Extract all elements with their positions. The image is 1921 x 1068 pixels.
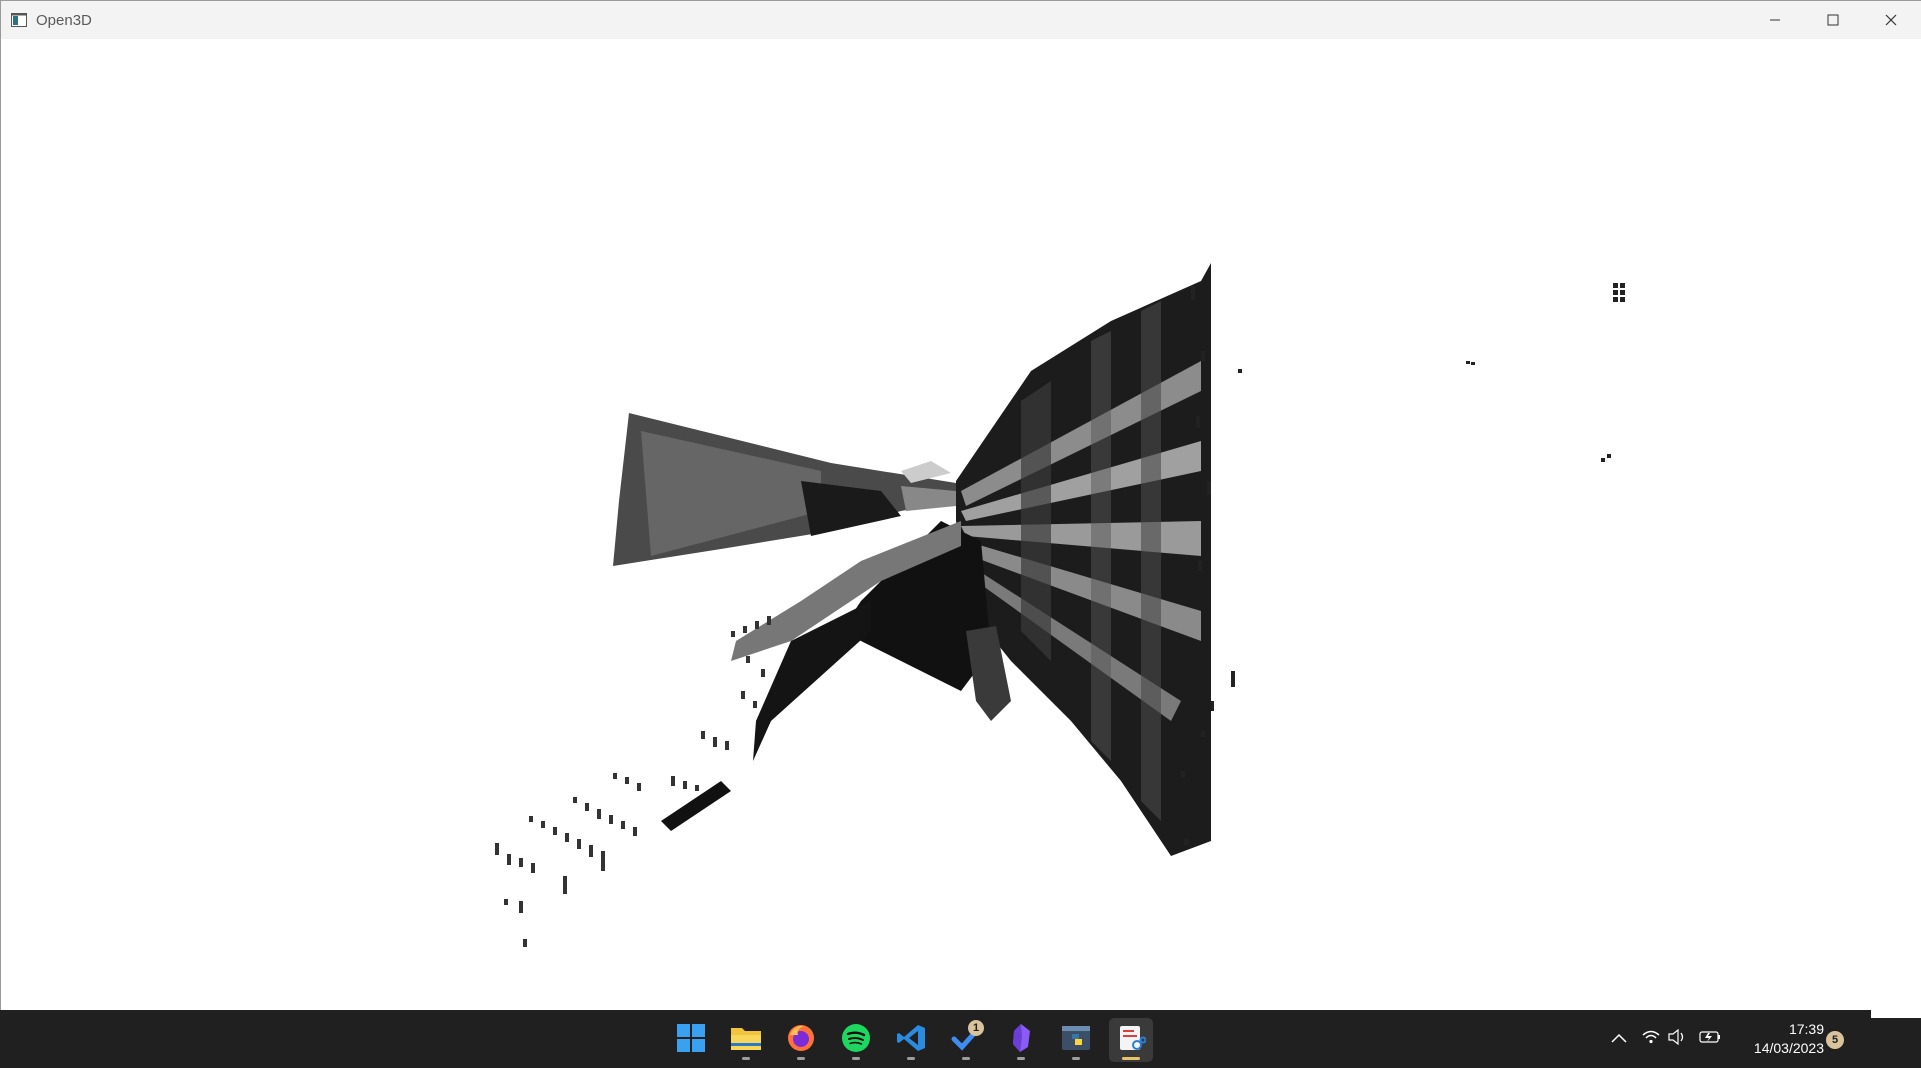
snipping-tool-icon [1116, 1023, 1147, 1058]
taskbar-start[interactable] [669, 1018, 713, 1062]
clock-date: 14/03/2023 [1753, 1040, 1824, 1056]
point-cloud-viewport[interactable] [1, 39, 1921, 1011]
taskbar-spotify[interactable] [834, 1018, 878, 1062]
volume-icon [1668, 1028, 1686, 1050]
volume-button[interactable] [1666, 1026, 1688, 1052]
wifi-icon [1642, 1030, 1660, 1049]
taskbar-python[interactable] [1054, 1018, 1098, 1062]
running-indicator [742, 1057, 750, 1060]
taskbar-edge-strip [1871, 1010, 1921, 1018]
running-indicator [1072, 1057, 1080, 1060]
firefox-icon [786, 1023, 816, 1058]
taskbar-file-explorer[interactable] [724, 1018, 768, 1062]
python-icon [1060, 1023, 1092, 1058]
show-hidden-icons-button[interactable] [1606, 1026, 1632, 1052]
taskbar-obsidian[interactable] [999, 1018, 1043, 1062]
vscode-icon [896, 1023, 926, 1058]
close-icon [1885, 14, 1897, 26]
scattered-points [1181, 283, 1625, 845]
network-button[interactable] [1640, 1026, 1662, 1052]
clock-time: 17:39 [1788, 1021, 1824, 1037]
running-indicator [962, 1057, 970, 1060]
running-indicator [1017, 1057, 1025, 1060]
left-wall-points [613, 413, 956, 566]
obsidian-icon [1008, 1023, 1034, 1058]
taskbar-snipping-tool[interactable] [1109, 1018, 1153, 1062]
taskbar-firefox[interactable] [779, 1018, 823, 1062]
road-points [661, 521, 1011, 831]
ground-trail-points [495, 616, 771, 947]
open3d-window: Open3D [0, 0, 1921, 1011]
running-indicator [907, 1057, 915, 1060]
notification-badge[interactable]: 5 [1826, 1031, 1844, 1049]
app-window-icon [11, 13, 27, 27]
minimize-button[interactable] [1746, 1, 1804, 39]
taskbar-todo[interactable]: 1 [944, 1018, 988, 1062]
taskbar: 1 17:39 14/03/2023 5 [0, 1010, 1921, 1068]
taskbar-vscode[interactable] [889, 1018, 933, 1062]
minimize-icon [1769, 14, 1781, 26]
active-indicator [1122, 1057, 1140, 1060]
chevron-up-icon [1611, 1030, 1627, 1048]
start-icon [676, 1023, 706, 1058]
running-indicator [797, 1057, 805, 1060]
spotify-icon [841, 1023, 871, 1058]
battery-icon [1699, 1030, 1721, 1049]
battery-button[interactable] [1698, 1026, 1722, 1052]
running-indicator [852, 1057, 860, 1060]
file-explorer-icon [730, 1024, 762, 1057]
maximize-icon [1827, 14, 1839, 26]
right-wall-points [956, 263, 1211, 856]
window-title: Open3D [36, 12, 92, 29]
title-bar[interactable]: Open3D [1, 1, 1921, 39]
close-button[interactable] [1862, 1, 1920, 39]
maximize-button[interactable] [1804, 1, 1862, 39]
todo-badge: 1 [968, 1020, 984, 1036]
clock[interactable]: 17:39 14/03/2023 [1732, 1020, 1824, 1058]
point-cloud-render [495, 263, 1625, 947]
